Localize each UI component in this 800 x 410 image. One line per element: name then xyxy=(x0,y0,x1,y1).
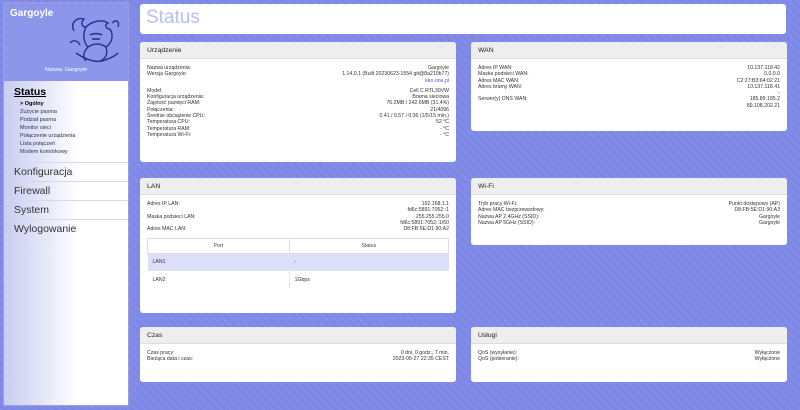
device-card-title: Urządzenie xyxy=(140,42,456,59)
nav-sub-device-connection[interactable]: Połączenie urządzenia xyxy=(20,132,128,140)
nav-status-submenu: > Ogólny Zużycie pasma Podział pasma Mon… xyxy=(4,100,128,156)
table-row: LAN2 1Gbps xyxy=(147,270,449,288)
brand-header: Gargoyle Nazwa: Gargoyle xyxy=(4,3,128,81)
time-card: Czas Czas pracy: 0 dni, 0 godz., 7 min. B… xyxy=(140,327,456,382)
ports-header-port: Port xyxy=(147,238,290,255)
lan-card: LAN Adres IP LAN: 192.168.1.1 fd6c:5891:7… xyxy=(140,178,456,313)
nav-status[interactable]: Status xyxy=(4,85,128,100)
nav-sub-bandwidth-distribution[interactable]: Podział pasma xyxy=(20,116,128,124)
wifi-card: Wi-Fi Tryb pracy Wi-Fi: Punkt dostępowy (… xyxy=(471,178,787,245)
current-datetime-value: 2023-06-27 22:35 CEST xyxy=(392,356,449,363)
ports-header-status: Status xyxy=(288,238,450,255)
qos-download-value: Wyłączone xyxy=(754,356,780,363)
port-name: LAN1 xyxy=(147,253,290,271)
wifi-temp-value: - °C xyxy=(440,131,449,138)
wan-dns-value-2: 89.108.202.21 xyxy=(746,102,780,109)
lan-mac-value: D8:FB:5E:D1:90:A2 xyxy=(403,226,449,233)
lan-card-title: LAN xyxy=(140,178,456,195)
nav-sub-network-monitor[interactable]: Monitor sieci xyxy=(20,124,128,132)
wifi-ssid-5-value: Gargoyle xyxy=(758,219,780,226)
wifi-temp-key: Temperatura Wi-Fi: xyxy=(147,131,192,138)
lan-ports-table: Port Status LAN1 - LAN2 1Gbps xyxy=(147,238,450,288)
page-title: Status xyxy=(146,7,200,28)
wan-card-title: WAN xyxy=(471,42,787,59)
brand-title: Gargoyle xyxy=(10,8,54,19)
device-card: Urządzenie Nazwa urządzenia: Gargoyle Wer… xyxy=(140,42,456,162)
nav-sub-bandwidth-usage[interactable]: Zużycie pasma xyxy=(20,108,128,116)
wan-dns-key: Serwer(y) DNS WAN: xyxy=(478,96,528,103)
wan-gateway-key: Adres bramy WAN: xyxy=(478,83,523,90)
sidebar: Gargoyle Nazwa: Gargoyle Status > Ogólny… xyxy=(3,2,129,406)
table-row: LAN1 - xyxy=(147,253,449,271)
port-status: - xyxy=(288,253,449,271)
lan-mask-key: Maska podsieci LAN: xyxy=(147,213,196,220)
nav-firewall[interactable]: Firewall xyxy=(4,181,128,200)
wifi-ssid-5-key: Nazwa AP 5GHz (SSID): xyxy=(478,219,535,226)
services-card: Usługi QoS (wysyłanie): Wyłączone QoS (po… xyxy=(471,327,787,382)
nav-sub-connection-list[interactable]: Lista połączeń xyxy=(20,140,128,148)
current-datetime-key: Bieżąca data i czas: xyxy=(147,356,194,363)
lan-mac-key: Adres MAC LAN: xyxy=(147,226,187,233)
nav-wylogowanie[interactable]: Wylogowanie xyxy=(4,219,128,238)
nav-system[interactable]: System xyxy=(4,200,128,219)
port-status: 1Gbps xyxy=(288,270,449,288)
nav-sub-cellular-modem[interactable]: Modem komórkowy xyxy=(20,148,128,156)
wan-gateway-value: 10.137.118.41 xyxy=(747,83,780,90)
version-key: Wersja Gargoyle: xyxy=(147,71,187,78)
gargoyle-logo-icon xyxy=(69,17,120,63)
version-link[interactable]: eko.one.pl xyxy=(425,78,449,84)
services-card-title: Usługi xyxy=(471,327,787,344)
main-navigation: Status > Ogólny Zużycie pasma Podział pa… xyxy=(4,85,128,238)
device-name-label: Nazwa: Gargoyle xyxy=(44,67,88,73)
lan-ip-key: Adres IP LAN: xyxy=(147,201,180,207)
nav-sub-general[interactable]: > Ogólny xyxy=(20,100,128,108)
wan-card: WAN Adres IP WAN: 10.137.118.42 Maska pod… xyxy=(471,42,787,131)
port-name: LAN2 xyxy=(147,270,290,288)
wifi-card-title: Wi-Fi xyxy=(471,178,787,195)
time-card-title: Czas xyxy=(140,327,456,344)
page-header: Status xyxy=(140,4,786,34)
nav-konfiguracja[interactable]: Konfiguracja xyxy=(4,162,128,181)
qos-download-key: QoS (pobieranie): xyxy=(478,356,519,363)
